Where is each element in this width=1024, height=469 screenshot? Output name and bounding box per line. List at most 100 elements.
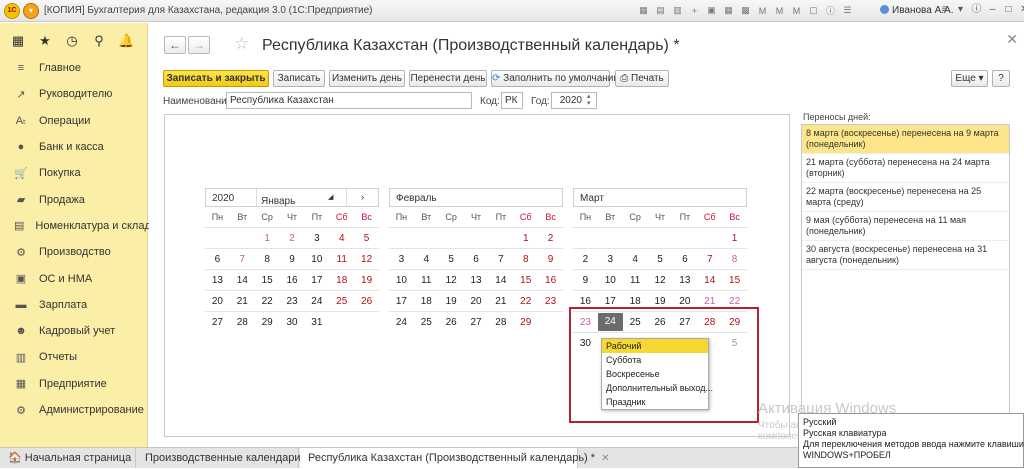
calendar-day[interactable]: 20 [205,296,230,307]
language-name[interactable]: Русский [803,417,1019,428]
calendar-day[interactable]: 8 [255,254,280,265]
print-icon[interactable]: ▤ [653,3,668,18]
calendar-day[interactable]: 11 [414,275,439,286]
transfer-item[interactable]: 21 марта (суббота) перенесена на 24 март… [802,154,1009,183]
notifications-icon[interactable]: ≡ [938,3,951,17]
sidebar-item[interactable]: ▰ Продажа [0,186,147,212]
calendar-day[interactable]: 7 [697,254,722,265]
calendar-day[interactable]: 13 [205,275,230,286]
calendar-day[interactable]: 24 [389,317,414,328]
calendar-day[interactable]: 29 [513,317,538,328]
preview-icon[interactable]: ▥ [670,3,685,18]
calendar-day[interactable]: 11 [623,275,648,286]
calendar-day[interactable]: 18 [623,296,648,307]
calendar-day[interactable]: 6 [205,254,230,265]
sidebar-item[interactable]: ▥ Отчеты [0,344,147,370]
calendar-day[interactable]: 29 [255,317,280,328]
sidebar-item[interactable]: Aₜ Операции [0,108,147,134]
transfer-item[interactable]: 22 марта (воскресенье) перенесена на 25 … [802,183,1009,212]
calendar-day[interactable]: 31 [304,317,329,328]
calendar-day[interactable]: 23 [538,296,563,307]
memory-m-icon[interactable]: M [755,3,770,18]
calendar-day[interactable]: 19 [439,296,464,307]
back-button[interactable]: ← [164,36,186,54]
memory-mplus-icon[interactable]: M [772,3,787,18]
calendar-day[interactable]: 18 [329,275,354,286]
calendar-day[interactable]: 6 [672,254,697,265]
calendar-day[interactable]: 12 [354,254,379,265]
calendar-day[interactable]: 8 [722,254,747,265]
calendar-day[interactable]: 20 [672,296,697,307]
month-select[interactable]: Январь [256,189,336,207]
calendar-day[interactable]: 21 [488,296,513,307]
change-day-button[interactable]: Изменить день [329,70,405,87]
next-month-button[interactable]: › [346,189,378,206]
bell-icon[interactable]: 🔔 [118,33,134,49]
sidebar-item[interactable]: ⚙ Администрирование [0,397,147,423]
calendar-day[interactable]: 9 [538,254,563,265]
calendar-day[interactable]: 9 [573,275,598,286]
sidebar-item[interactable]: ☻ Кадровый учет [0,318,147,344]
help-icon[interactable]: ⓘ [970,3,983,17]
calendar-day[interactable]: 28 [488,317,513,328]
day-type-option[interactable]: Рабочий [602,339,708,353]
add-icon[interactable]: + [687,3,702,18]
calendar-day[interactable]: 18 [414,296,439,307]
calendar-day[interactable]: 16 [573,296,598,307]
close-tab-icon[interactable]: ✕ [601,453,609,464]
tab-production-calendars[interactable]: Производственные календари✕ [137,448,315,468]
sidebar-item[interactable]: ▬ Зарплата [0,292,147,318]
calendar-day[interactable]: 15 [255,275,280,286]
day-type-option[interactable]: Воскресенье [602,367,708,381]
forward-button[interactable]: → [188,36,210,54]
calendar-day[interactable]: 12 [439,275,464,286]
close-document-icon[interactable]: ✕ [1006,31,1018,48]
calendar-day[interactable]: 1 [722,233,747,244]
calendar-day[interactable]: 6 [464,254,489,265]
calendar-day[interactable]: 16 [538,275,563,286]
calendar-day[interactable]: 19 [648,296,673,307]
month-dropdown-icon[interactable]: ◢ [328,193,333,201]
calendar-day[interactable]: 15 [722,275,747,286]
calendar-day[interactable]: 26 [354,296,379,307]
favorites-star-icon[interactable]: ★ [37,33,53,49]
calendar-day[interactable]: 19 [354,275,379,286]
transfer-item[interactable]: 9 мая (суббота) перенесена на 11 мая (по… [802,212,1009,241]
calendar-day[interactable]: 17 [304,275,329,286]
apps-grid-icon[interactable]: ▦ [10,33,26,49]
calendar-day[interactable]: 14 [230,275,255,286]
minimize-icon[interactable]: – [986,3,999,17]
close-window-icon[interactable]: ✕ [1018,3,1024,17]
save-button[interactable]: Записать [273,70,325,87]
calendar-day[interactable]: 22 [722,296,747,307]
menu-icon[interactable]: ▾ [954,3,967,17]
calendar-day[interactable]: 7 [230,254,255,265]
day-type-option[interactable]: Дополнительный выход... [602,381,713,395]
calendar-day[interactable]: 27 [464,317,489,328]
calendar-day[interactable]: 21 [230,296,255,307]
calendar-day[interactable]: 25 [329,296,354,307]
calendar-day[interactable]: 24 [304,296,329,307]
calendar-day[interactable]: 3 [389,254,414,265]
calendar-day[interactable]: 2 [573,254,598,265]
calendar-day[interactable]: 5 [439,254,464,265]
calendar-day[interactable]: 10 [598,275,623,286]
sidebar-item[interactable]: ● Банк и касса [0,134,147,160]
calendar-day[interactable]: 5 [648,254,673,265]
calendar-day[interactable]: 4 [414,254,439,265]
more-button[interactable]: Еще ▾ [951,70,988,87]
calendar-day[interactable]: 12 [648,275,673,286]
list-icon[interactable]: ☰ [840,3,855,18]
calendar-day[interactable]: 14 [697,275,722,286]
calendar-day[interactable]: 4 [329,233,354,244]
name-field[interactable]: Республика Казахстан [226,92,472,109]
sidebar-item[interactable]: 🛒 Покупка [0,160,147,186]
calendar-day[interactable]: 22 [513,296,538,307]
main-menu-icon[interactable]: ▾ [23,3,39,19]
sidebar-item[interactable]: ↗ Руководителю [0,81,147,107]
fill-default-button[interactable]: ⟳ Заполнить по умолчанию [491,70,621,87]
calendar-day[interactable]: 1 [255,233,280,244]
calendar-day[interactable]: 14 [488,275,513,286]
window-icon[interactable]: ▢ [806,3,821,18]
calendar-day[interactable]: 3 [598,254,623,265]
